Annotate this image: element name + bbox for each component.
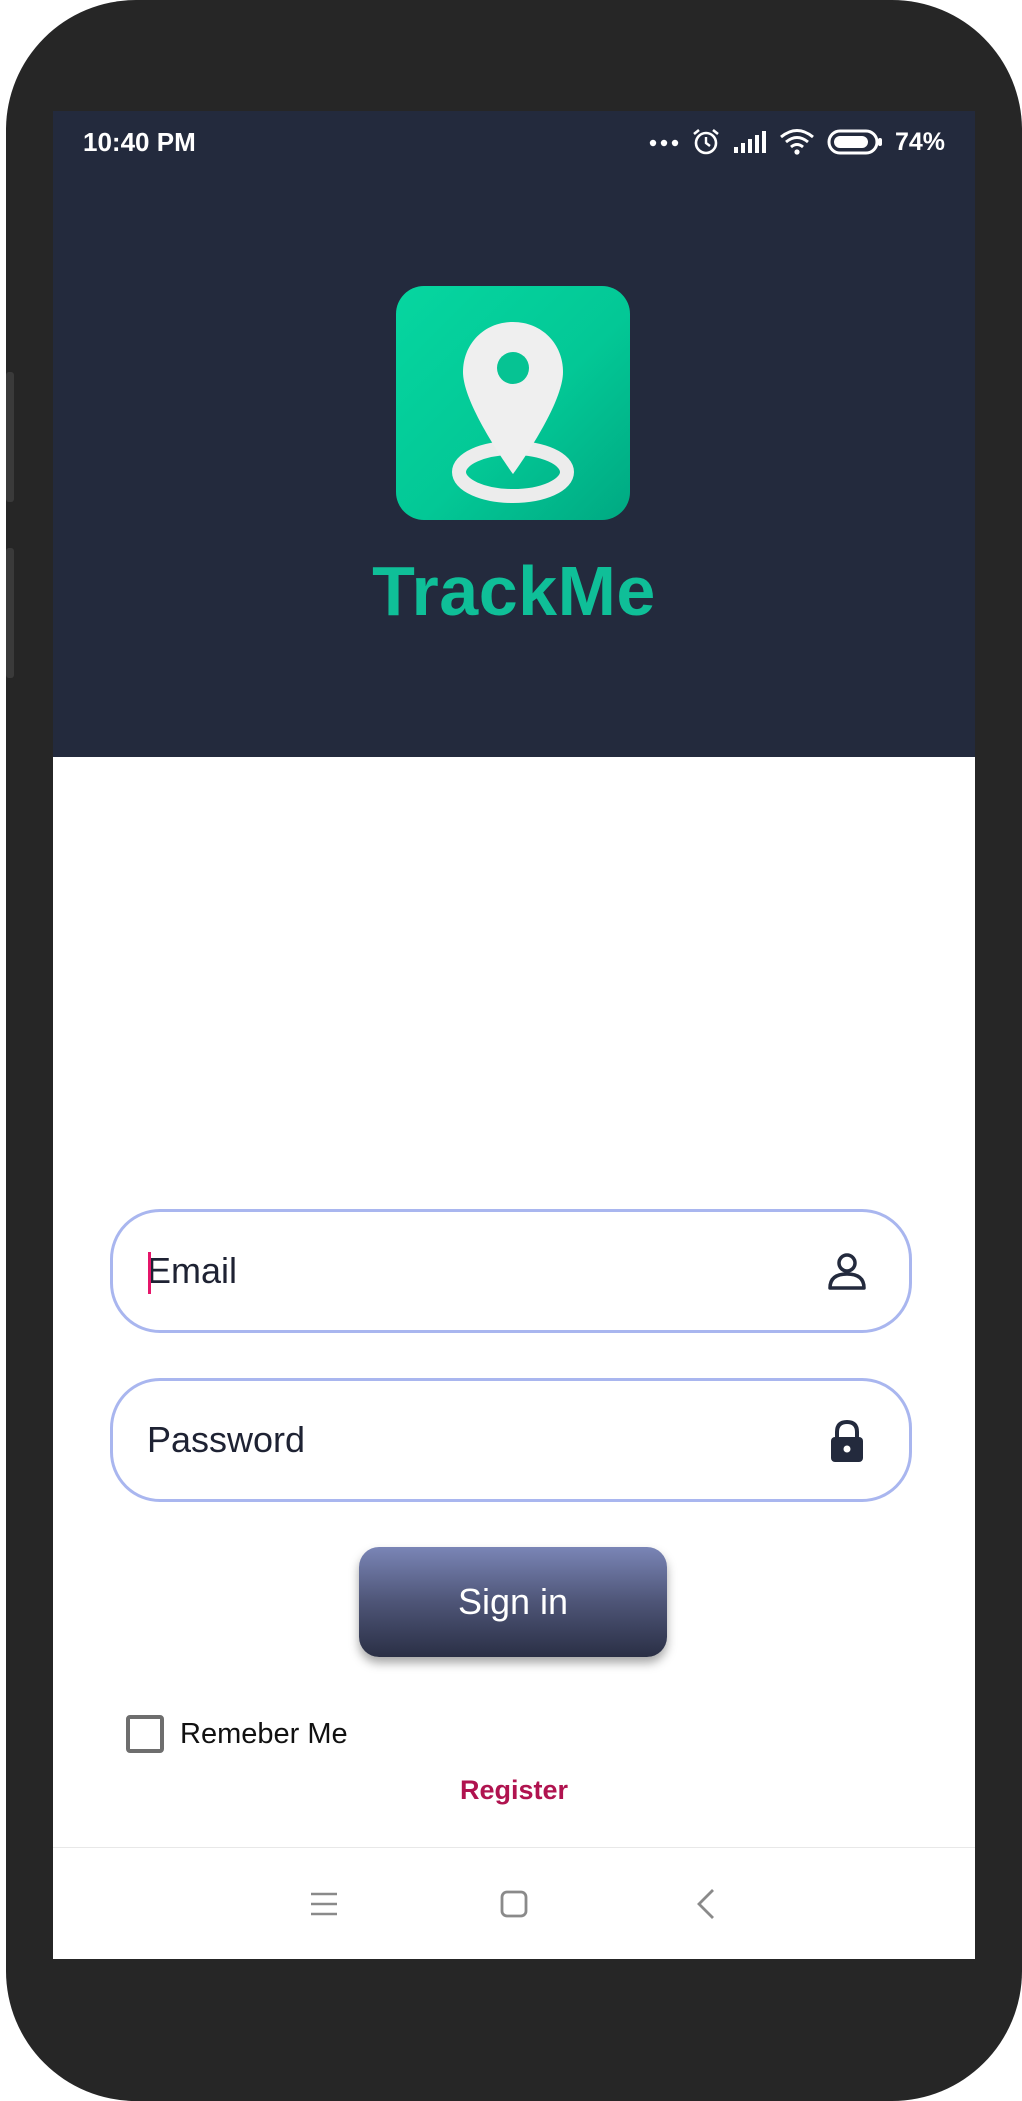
menu-icon[interactable]	[306, 1886, 342, 1922]
remember-me[interactable]: Remeber Me	[126, 1712, 348, 1756]
back-icon[interactable]	[689, 1886, 725, 1922]
home-icon[interactable]	[496, 1886, 532, 1922]
register-link[interactable]: Register	[53, 1775, 975, 1806]
alarm-icon	[691, 127, 721, 157]
header: 10:40 PM 74% TrackMe	[53, 111, 975, 757]
more-dots-icon	[649, 137, 679, 147]
volume-button	[6, 372, 14, 502]
text-cursor	[148, 1252, 151, 1294]
status-bar: 10:40 PM 74%	[53, 111, 975, 175]
email-field-container	[110, 1209, 912, 1333]
password-field-container	[110, 1378, 912, 1502]
battery-percent: 74%	[894, 127, 945, 156]
password-input[interactable]	[147, 1381, 787, 1499]
app-title: TrackMe	[372, 552, 656, 630]
navigation-bar	[53, 1847, 975, 1959]
lock-icon	[831, 1419, 863, 1462]
battery-icon	[827, 129, 883, 155]
user-icon	[828, 1253, 866, 1290]
signal-icon	[733, 129, 767, 155]
status-time: 10:40 PM	[83, 127, 196, 157]
screen: 10:40 PM 74% TrackMe Email Sign in Remeb…	[53, 111, 975, 1959]
power-button	[6, 548, 14, 678]
remember-me-checkbox[interactable]	[126, 1715, 164, 1753]
wifi-icon	[779, 128, 815, 156]
sign-in-button[interactable]: Sign in	[359, 1547, 667, 1657]
status-icons: 74%	[649, 125, 945, 159]
app-logo	[396, 286, 630, 520]
remember-me-label: Remeber Me	[180, 1717, 348, 1750]
email-input[interactable]	[147, 1212, 787, 1330]
map-pin-icon	[452, 322, 574, 503]
